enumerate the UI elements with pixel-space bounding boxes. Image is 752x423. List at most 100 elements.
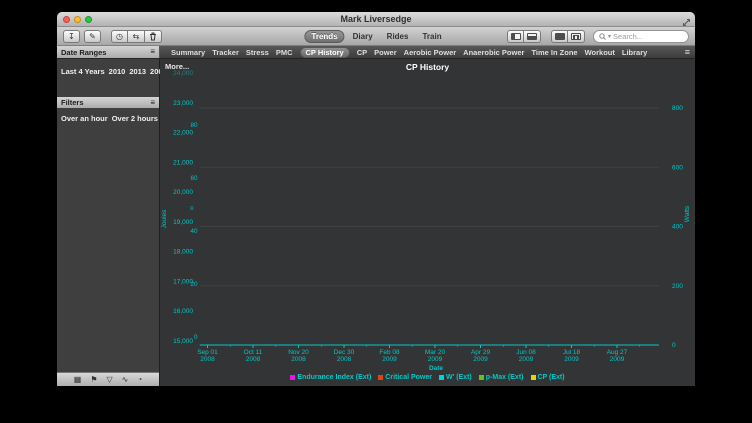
legend-item-endurance-index-ext: Endurance Index (Ext) [290, 374, 371, 381]
filters-header[interactable]: Filters ≡ [57, 97, 159, 108]
watts-tick-label: 400 [672, 224, 683, 231]
date-range-2013[interactable]: 2013 [125, 67, 146, 76]
timer-icon: ◷ [116, 32, 123, 41]
zoom-window-icon[interactable] [85, 16, 92, 23]
date-ranges-header[interactable]: Date Ranges ≡ [57, 46, 160, 58]
date-ranges-menu-icon[interactable]: ≡ [150, 48, 155, 56]
watts-tick-label: 600 [672, 164, 683, 171]
chart-settings-more-button[interactable]: More... [165, 62, 189, 71]
filter-over-an-hour[interactable]: Over an hour [57, 114, 108, 123]
main-toolbar: ↧ ✎ ◷ ⇆ TrendsDiaryRidesTrain ▾ Search... [57, 27, 695, 46]
tab-aerobic-power[interactable]: Aerobic Power [404, 48, 457, 57]
index-tick-label: 60 [190, 175, 198, 182]
legend-swatch [378, 375, 383, 380]
tab-cp-history[interactable]: CP History [300, 47, 350, 58]
edit-button[interactable]: ✎ [84, 30, 101, 43]
watts-axis-label: Watts [684, 205, 691, 222]
title-bar[interactable]: Mark Liversedge [57, 12, 695, 27]
legend-label: Endurance Index (Ext) [297, 374, 371, 381]
watts-tick-label: 0 [672, 342, 676, 349]
x-tick-label: Nov 202008 [288, 349, 309, 363]
toolbar-left-buttons: ↧ ✎ ◷ ⇆ [63, 30, 162, 43]
legend-swatch [479, 375, 484, 380]
filter-over-2-hours[interactable]: Over 2 hours [108, 114, 158, 123]
search-placeholder: Search... [613, 32, 643, 41]
bottombar-layout-icon [527, 33, 537, 40]
tab-cp[interactable]: CP [357, 48, 367, 57]
legend-swatch [290, 375, 295, 380]
index-tick-label: 0 [194, 334, 198, 341]
watts-tick-label: 200 [672, 283, 683, 290]
filters-list: Over an hourOver 2 hoursOver 3 hoursUnde… [57, 108, 159, 126]
clock-icon[interactable]: ◔ [137, 376, 142, 384]
export-icon: ↧ [68, 32, 75, 41]
tab-pmc[interactable]: PMC [276, 48, 293, 57]
tab-time-in-zone[interactable]: Time In Zone [531, 48, 577, 57]
segment-diary[interactable]: Diary [347, 31, 379, 42]
tabbed-view-icon [571, 33, 581, 40]
toggle-bottombar-button[interactable] [524, 30, 541, 43]
chart-canvas: 24,00023,00022,00021,00020,00019,00018,0… [160, 59, 694, 386]
calendar-icon[interactable]: ▦ [74, 376, 82, 384]
x-tick-label: Dec 302008 [334, 349, 355, 363]
fullscreen-icon[interactable] [682, 14, 691, 32]
date-range-last-4-years[interactable]: Last 4 Years [57, 67, 105, 76]
watts-tick-label: 800 [672, 105, 683, 112]
index-tick-label: 80 [190, 122, 198, 129]
timer-button[interactable]: ◷ [111, 30, 128, 43]
filters-title: Filters [61, 98, 84, 107]
segment-trends[interactable]: Trends [304, 30, 344, 43]
sidebar: Last 4 Years201020132009 Q42009 Q32009 Q… [57, 59, 160, 386]
legend-item-critical-power: Critical Power [378, 374, 432, 381]
x-tick-label: Aug 272009 [607, 349, 628, 363]
filter-icon[interactable]: ▽ [107, 376, 113, 384]
close-window-icon[interactable] [63, 16, 70, 23]
index-tick-label: 20 [190, 281, 198, 288]
search-scope-chevron-icon[interactable]: ▾ [608, 33, 611, 40]
edit-icon: ✎ [89, 32, 96, 41]
tiled-view-button[interactable] [551, 30, 568, 43]
tab-library[interactable]: Library [622, 48, 647, 57]
legend-item-w-ext: W' (Ext) [439, 374, 472, 381]
view-segmented-control: TrendsDiaryRidesTrain [304, 30, 447, 43]
joules-tick-label: 23,000 [173, 100, 193, 107]
x-tick-label: Mar 202009 [425, 349, 446, 363]
trash-button[interactable] [145, 30, 162, 43]
sidebar-layout-icon [511, 33, 521, 40]
window-body: Last 4 Years201020132009 Q42009 Q32009 Q… [57, 59, 695, 386]
x-tick-label: Sep 012008 [197, 349, 218, 363]
traffic-lights [63, 16, 92, 23]
joules-tick-label: 16,000 [173, 308, 193, 315]
split-view-button[interactable]: ⇆ [128, 30, 145, 43]
x-tick-label: Jun 082009 [516, 349, 536, 363]
segment-rides[interactable]: Rides [381, 31, 415, 42]
chart-title: CP History [160, 62, 695, 72]
bookmark-icon[interactable]: ⚑ [90, 376, 97, 384]
tab-anaerobic-power[interactable]: Anaerobic Power [463, 48, 524, 57]
minimize-window-icon[interactable] [74, 16, 81, 23]
export-button[interactable]: ↧ [63, 30, 80, 43]
tiled-view-icon [555, 33, 565, 40]
date-ranges-list: Last 4 Years201020132009 Q42009 Q32009 Q… [57, 59, 159, 79]
tab-summary[interactable]: Summary [171, 48, 205, 57]
search-icon [599, 33, 606, 40]
segment-train[interactable]: Train [416, 31, 447, 42]
chart-icon[interactable]: ∿ [122, 376, 129, 384]
tab-workout[interactable]: Workout [585, 48, 615, 57]
search-input[interactable]: ▾ Search... [593, 30, 689, 43]
toggle-sidebar-button[interactable] [507, 30, 524, 43]
cp-history-chart: More... CP History 24,00023,00022,00021,… [160, 59, 695, 386]
date-range-2010[interactable]: 2010 [105, 67, 126, 76]
joules-tick-label: 19,000 [173, 219, 193, 226]
filters-menu-icon[interactable]: ≡ [150, 99, 155, 107]
app-window: Mark Liversedge ↧✎◷⇆ TrendsDiaryRidesTra… [57, 12, 695, 386]
joules-tick-label: 22,000 [173, 130, 193, 137]
tab-stress[interactable]: Stress [246, 48, 269, 57]
tab-tracker[interactable]: Tracker [212, 48, 239, 57]
legend-swatch [531, 375, 536, 380]
chart-menu-icon[interactable]: ≡ [680, 47, 695, 57]
split-view-icon: ⇆ [133, 32, 140, 41]
tab-power[interactable]: Power [374, 48, 397, 57]
trash-icon [149, 32, 157, 41]
tabbed-view-button[interactable] [568, 30, 585, 43]
